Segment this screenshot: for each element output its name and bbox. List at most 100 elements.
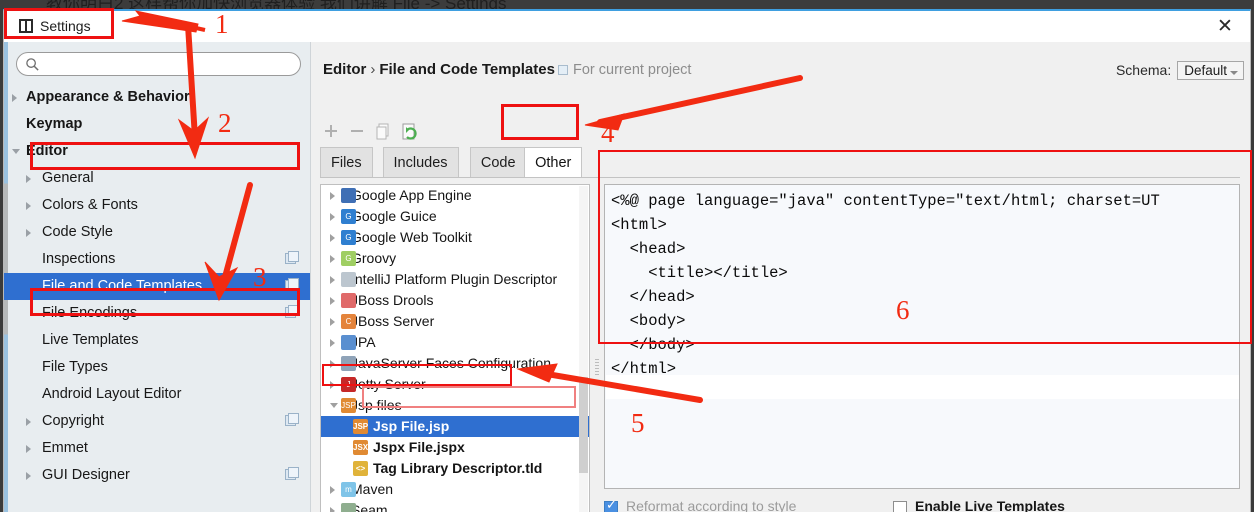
reset-template-button[interactable]	[398, 120, 420, 142]
reformat-checkbox[interactable]	[604, 498, 618, 512]
template-item-intellij-platform-plugin-descriptor[interactable]: IntelliJ Platform Plugin Descriptor	[321, 269, 589, 290]
chevron-right-icon[interactable]	[330, 234, 335, 242]
sidebar-item-label: Editor	[26, 143, 68, 159]
template-type-icon: m	[341, 482, 356, 497]
chevron-right-icon[interactable]	[330, 381, 335, 389]
search-icon	[26, 58, 39, 71]
template-item-jspx-file-jspx[interactable]: JSX Jspx File.jspx	[321, 437, 589, 458]
sidebar-item-gui-designer[interactable]: GUI Designer	[4, 462, 310, 489]
template-item-google-app-engine[interactable]: Google App Engine	[321, 185, 589, 206]
tab-divider	[320, 177, 1240, 178]
schema-control: Schema: Default	[1116, 61, 1244, 80]
tab-other[interactable]: Other	[524, 147, 583, 177]
chevron-right-icon[interactable]	[330, 318, 335, 326]
sidebar-item-file-types[interactable]: File Types	[4, 354, 310, 381]
tab-code[interactable]: Code	[469, 147, 527, 177]
template-item-jboss-server[interactable]: C JBoss Server	[321, 311, 589, 332]
chevron-right-icon[interactable]	[12, 94, 17, 102]
sidebar-item-label: Keymap	[26, 116, 83, 132]
chevron-down-icon[interactable]	[12, 149, 20, 158]
settings-category-tree: Appearance & Behavior Keymap Editor General…	[4, 84, 310, 489]
sidebar-item-file-encodings[interactable]: File Encodings	[4, 300, 310, 327]
template-type-icon: <>	[353, 461, 368, 476]
chevron-right-icon[interactable]	[330, 360, 335, 368]
chevron-right-icon[interactable]	[330, 297, 335, 305]
template-tree-panel[interactable]: Google App Engine G Google Guice G Google We…	[320, 184, 590, 512]
chevron-right-icon[interactable]	[330, 192, 335, 200]
chevron-right-icon[interactable]	[26, 418, 31, 426]
template-item-label: Jsp File.jsp	[373, 418, 450, 434]
chevron-right-icon[interactable]	[330, 255, 335, 263]
search-box[interactable]	[16, 52, 301, 76]
sidebar-item-live-templates[interactable]: Live Templates	[4, 327, 310, 354]
sidebar-item-inspections[interactable]: Inspections	[4, 246, 310, 273]
template-item-javaserver-faces-configuration[interactable]: JavaServer Faces Configuration	[321, 353, 589, 374]
template-item-seam[interactable]: Seam	[321, 500, 589, 512]
chevron-right-icon[interactable]	[330, 339, 335, 347]
sidebar-item-label: General	[42, 170, 94, 186]
copy-settings-icon[interactable]	[285, 278, 299, 291]
chevron-right-icon[interactable]	[26, 472, 31, 480]
chevron-right-icon[interactable]	[26, 229, 31, 237]
template-item-groovy[interactable]: G Groovy	[321, 248, 589, 269]
template-item-jpa[interactable]: JPA	[321, 332, 589, 353]
breadcrumb-separator: ›	[370, 61, 376, 78]
chevron-right-icon[interactable]	[330, 507, 335, 512]
template-item-google-guice[interactable]: G Google Guice	[321, 206, 589, 227]
sidebar-item-label: File Types	[42, 359, 108, 375]
chevron-right-icon[interactable]	[26, 202, 31, 210]
copy-settings-icon[interactable]	[285, 251, 299, 264]
project-scope-icon	[558, 65, 568, 75]
template-item-maven[interactable]: m Maven	[321, 479, 589, 500]
add-template-button[interactable]	[320, 120, 342, 142]
sidebar-item-android-layout-editor[interactable]: Android Layout Editor	[4, 381, 310, 408]
template-item-tag-library-descriptor-tld[interactable]: <> Tag Library Descriptor.tld	[321, 458, 589, 479]
tab-files[interactable]: Files	[320, 147, 373, 177]
background-page-text: 教你明白2 这样帮你加快浏览器体验 我们讲解 File -> Settings	[0, 0, 1254, 9]
chevron-right-icon[interactable]	[330, 276, 335, 284]
live-templates-checkbox-label[interactable]: Enable Live Templates	[915, 498, 1065, 512]
reformat-checkbox-label[interactable]: Reformat according to style	[626, 498, 796, 512]
template-type-icon	[341, 293, 356, 308]
chevron-right-icon[interactable]	[330, 486, 335, 494]
breadcrumb-current: File and Code Templates	[379, 61, 555, 78]
template-item-label: Tag Library Descriptor.tld	[373, 460, 543, 476]
sidebar-item-general[interactable]: General	[4, 165, 310, 192]
sidebar-item-label: Inspections	[42, 251, 116, 267]
sidebar-item-copyright[interactable]: Copyright	[4, 408, 310, 435]
template-item-jboss-drools[interactable]: JBoss Drools	[321, 290, 589, 311]
screenshot-root: 教你明白2 这样帮你加快浏览器体验 我们讲解 File -> Settings …	[0, 0, 1254, 512]
sidebar-item-keymap[interactable]: Keymap	[4, 111, 310, 138]
template-item-jsp-files[interactable]: JSP Jsp files	[321, 395, 589, 416]
live-templates-checkbox[interactable]	[893, 501, 907, 512]
close-icon[interactable]: ✕	[1210, 15, 1240, 39]
template-item-jsp-file-jsp[interactable]: JSP Jsp File.jsp	[321, 416, 589, 437]
search-input[interactable]	[45, 55, 293, 74]
template-item-label: Jsp files	[351, 397, 402, 413]
sidebar-item-emmet[interactable]: Emmet	[4, 435, 310, 462]
chevron-down-icon[interactable]	[330, 403, 338, 412]
copy-template-button[interactable]	[372, 120, 394, 142]
template-item-google-web-toolkit[interactable]: G Google Web Toolkit	[321, 227, 589, 248]
template-item-label: Google Web Toolkit	[351, 229, 472, 245]
copy-settings-icon[interactable]	[285, 413, 299, 426]
template-list-scrollbar-thumb[interactable]	[579, 377, 588, 473]
chevron-right-icon[interactable]	[26, 175, 31, 183]
chevron-right-icon[interactable]	[26, 445, 31, 453]
tab-includes[interactable]: Includes	[382, 147, 459, 177]
schema-dropdown[interactable]: Default	[1177, 61, 1244, 80]
copy-settings-icon[interactable]	[285, 467, 299, 480]
sidebar-item-appearance-behavior[interactable]: Appearance & Behavior	[4, 84, 310, 111]
template-code-editor[interactable]: <%@ page language="java" contentType="te…	[604, 184, 1240, 489]
sidebar-item-file-and-code-templates[interactable]: File and Code Templates	[4, 273, 310, 300]
template-item-jetty-server[interactable]: J Jetty Server	[321, 374, 589, 395]
sidebar-item-colors-fonts[interactable]: Colors & Fonts	[4, 192, 310, 219]
sidebar-item-code-style[interactable]: Code Style	[4, 219, 310, 246]
panel-splitter[interactable]	[594, 184, 600, 512]
breadcrumb-parent[interactable]: Editor	[323, 61, 366, 78]
settings-detail-pane: Editor › File and Code Templates For curre…	[312, 42, 1250, 512]
chevron-right-icon[interactable]	[330, 213, 335, 221]
remove-template-button[interactable]	[346, 120, 368, 142]
copy-settings-icon[interactable]	[285, 305, 299, 318]
sidebar-item-editor[interactable]: Editor	[4, 138, 310, 165]
